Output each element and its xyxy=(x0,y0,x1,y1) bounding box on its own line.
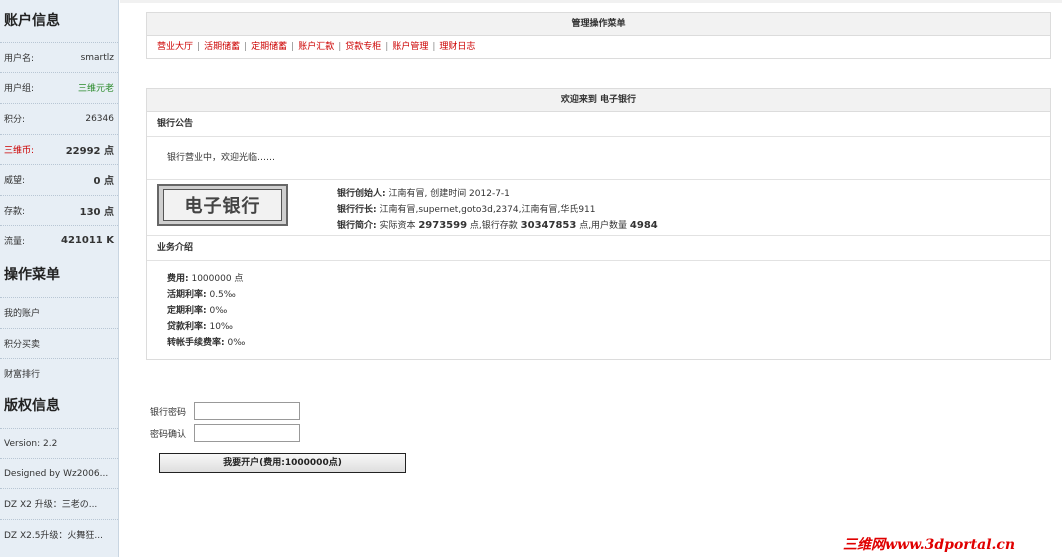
username-label: 用户名: xyxy=(4,54,35,64)
copyright-designer: Designed by Wz2006... xyxy=(0,458,118,488)
traffic-value: 421011 K xyxy=(61,235,114,246)
ops-menu-title: 操作菜单 xyxy=(4,267,60,283)
group-value: 三维元老 xyxy=(77,84,114,94)
biz-fixed-rate: 定期利率: 0‰ xyxy=(167,306,228,316)
prestige-value: 0 点 xyxy=(93,176,114,187)
biz-demand-rate: 活期利率: 0.5‰ xyxy=(167,290,236,300)
welcome-title: 欢迎来到 电子银行 xyxy=(147,89,1050,112)
intro-line: 银行简介: 实际资本 2973599 点,银行存款 30347853 点,用户数… xyxy=(337,220,658,231)
sidebar-item-label: 财富排行 xyxy=(4,370,41,380)
bank-password-input[interactable] xyxy=(194,402,300,420)
menu-link-lobby[interactable]: 营业大厅 xyxy=(157,42,193,52)
copyright-version: Version: 2.2 xyxy=(0,428,118,458)
password-label: 银行密码 xyxy=(150,407,187,418)
sidebar-item-my-account[interactable]: 我的账户 xyxy=(0,297,118,327)
copyright-title: 版权信息 xyxy=(4,398,60,414)
menu-link-account-manage[interactable]: 账户管理 xyxy=(392,42,428,52)
traffic-row: 流量: 421011 K xyxy=(0,225,118,255)
bank-panel: 欢迎来到 电子银行 银行公告 银行营业中，欢迎光临…… 电子银行 银行创始人: … xyxy=(146,88,1051,360)
deposit-label: 存款: xyxy=(4,207,26,217)
founder-line: 银行创始人: 江南有冒, 创建时间 2012-7-1 xyxy=(337,189,510,199)
bank-deposit-value: 30347853 xyxy=(520,220,577,231)
password-row: 银行密码 xyxy=(150,400,300,422)
bank-logo: 电子银行 xyxy=(157,184,288,226)
copyright-x2-upgrade: DZ X2 升级：三老の... xyxy=(0,488,118,518)
username-value: smartlz xyxy=(80,52,114,63)
traffic-label: 流量: xyxy=(4,237,26,247)
copyright-x25-upgrade: DZ X2.5升级：火舞狂... xyxy=(0,519,118,549)
sidebar: 账户信息 用户名: smartlz 用户组: 三维元老 积分: 26346 三维… xyxy=(0,0,119,557)
site-watermark: 三维网www.3dportal.cn xyxy=(843,537,1016,553)
president-line: 银行行长: 江南有冒,supernet,goto3d,2374,江南有冒,华氏9… xyxy=(337,205,596,215)
biz-transfer-fee: 转帐手续费率: 0‰ xyxy=(167,338,246,348)
sidebar-item-label: 我的账户 xyxy=(4,309,41,319)
deposit-value: 130 点 xyxy=(79,207,114,218)
sidebar-item-wealth-rank[interactable]: 财富排行 xyxy=(0,358,118,388)
manage-menu-panel: 管理操作菜单 营业大厅 | 活期储蓄 | 定期储蓄 | 账户汇款 | 贷款专柜 | 账户管理 | 理财日… xyxy=(146,12,1051,59)
account-info-title: 账户信息 xyxy=(4,13,60,29)
points-row: 积分: 26346 xyxy=(0,103,118,133)
open-account-form: 银行密码 密码确认 xyxy=(150,400,300,444)
biz-loan-rate: 贷款利率: 10‰ xyxy=(167,322,233,332)
confirm-label: 密码确认 xyxy=(150,429,187,440)
menu-link-fixed-savings[interactable]: 定期储蓄 xyxy=(251,42,287,52)
confirm-row: 密码确认 xyxy=(150,422,300,444)
sidebar-item-label: 积分买卖 xyxy=(4,340,41,350)
group-label: 用户组: xyxy=(4,84,35,94)
manage-menu-links: 营业大厅 | 活期储蓄 | 定期储蓄 | 账户汇款 | 贷款专柜 | 账户管理 | 理财日志 xyxy=(157,42,476,52)
bank-info-lines: 银行创始人: 江南有冒, 创建时间 2012-7-1 银行行长: 江南有冒,su… xyxy=(337,186,658,234)
capital-value: 2973599 xyxy=(418,220,468,231)
bank-logo-text: 电子银行 xyxy=(163,189,282,221)
notice-text: 银行营业中，欢迎光临…… xyxy=(147,137,1050,180)
deposit-row: 存款: 130 点 xyxy=(0,195,118,225)
biz-list: 费用: 1000000 点 活期利率: 0.5‰ 定期利率: 0‰ 贷款利率: … xyxy=(147,261,1050,359)
points-label: 积分: xyxy=(4,115,26,125)
menu-link-demand-savings[interactable]: 活期储蓄 xyxy=(204,42,240,52)
prestige-row: 威望: 0 点 xyxy=(0,164,118,194)
biz-title: 业务介绍 xyxy=(147,236,1050,261)
username-row: 用户名: smartlz xyxy=(0,42,118,72)
top-divider xyxy=(120,0,1062,3)
manage-menu-title: 管理操作菜单 xyxy=(147,13,1050,36)
coins-label: 三维币: xyxy=(4,146,35,156)
biz-fee: 费用: 1000000 点 xyxy=(167,274,244,284)
password-confirm-input[interactable] xyxy=(194,424,300,442)
menu-link-loans[interactable]: 贷款专柜 xyxy=(345,42,381,52)
menu-link-finance-log[interactable]: 理财日志 xyxy=(439,42,475,52)
coins-row: 三维币: 22992 点 xyxy=(0,134,118,164)
sidebar-item-points-trade[interactable]: 积分买卖 xyxy=(0,328,118,358)
user-count-value: 4984 xyxy=(629,220,658,231)
menu-link-remittance[interactable]: 账户汇款 xyxy=(298,42,334,52)
prestige-label: 威望: xyxy=(4,176,26,186)
coins-value: 22992 点 xyxy=(65,146,114,157)
bank-info: 电子银行 银行创始人: 江南有冒, 创建时间 2012-7-1 银行行长: 江南… xyxy=(147,180,1050,236)
points-value: 26346 xyxy=(85,113,114,124)
notice-title: 银行公告 xyxy=(147,112,1050,137)
open-account-button[interactable]: 我要开户(费用:1000000点) xyxy=(159,453,406,473)
group-row: 用户组: 三维元老 xyxy=(0,72,118,102)
